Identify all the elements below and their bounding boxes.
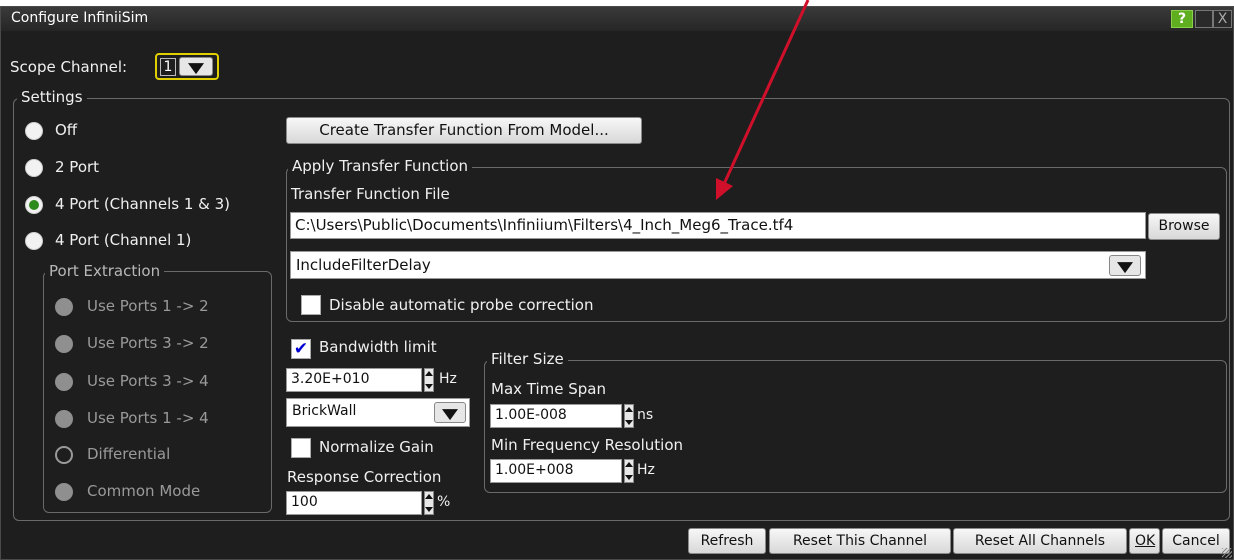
filter-type-select[interactable]: BrickWall <box>286 398 470 427</box>
minimize-button[interactable] <box>1195 10 1213 28</box>
response-correction-input[interactable]: 100 <box>286 491 422 515</box>
filter-type-value: BrickWall <box>292 403 357 419</box>
transfer-function-file-input[interactable]: C:\Users\Public\Documents\Infiniium\Filt… <box>290 212 1146 239</box>
arrow-up-icon <box>425 494 433 499</box>
radio-off-label: Off <box>55 121 78 139</box>
apply-transfer-function-legend: Apply Transfer Function <box>288 157 473 175</box>
filter-size-legend: Filter Size <box>487 350 568 368</box>
response-correction-label: Response Correction <box>287 468 442 486</box>
scope-channel-label: Scope Channel: <box>10 58 128 76</box>
disable-probe-correction-checkbox[interactable] <box>301 295 321 315</box>
normalize-gain-checkbox[interactable] <box>291 438 311 458</box>
scope-channel-select[interactable]: 1 <box>155 53 219 80</box>
help-button[interactable]: ? <box>1171 10 1193 28</box>
radio-common-mode <box>55 483 73 501</box>
close-button[interactable]: X <box>1213 10 1232 28</box>
radio-use-ports-3-2 <box>55 335 73 353</box>
arrow-down-icon <box>625 420 633 425</box>
max-time-span-label: Max Time Span <box>491 380 606 398</box>
title-bar[interactable]: Configure InfiniiSim ? X <box>1 7 1233 31</box>
response-correction-stepper[interactable] <box>424 491 434 515</box>
arrow-down-icon <box>425 384 433 389</box>
scope-channel-value: 1 <box>160 58 176 76</box>
normalize-gain-label: Normalize Gain <box>319 438 434 456</box>
arrow-up-icon <box>625 407 633 412</box>
min-frequency-resolution-unit: Hz <box>637 462 655 478</box>
settings-legend: Settings <box>17 88 87 106</box>
chevron-down-icon[interactable] <box>179 57 213 76</box>
min-frequency-resolution-input[interactable]: 1.00E+008 <box>490 459 622 483</box>
arrow-down-icon <box>625 475 633 480</box>
radio-off[interactable] <box>25 122 43 140</box>
arrow-down-icon <box>425 507 433 512</box>
max-time-span-input[interactable]: 1.00E-008 <box>490 404 622 428</box>
radio-use-ports-1-2 <box>55 298 73 316</box>
filter-delay-value: IncludeFilterDelay <box>296 256 431 274</box>
chevron-down-icon[interactable] <box>434 402 466 423</box>
transfer-function-file-label: Transfer Function File <box>291 185 450 203</box>
response-correction-unit: % <box>437 494 451 510</box>
max-time-span-stepper[interactable] <box>624 404 634 428</box>
window-title: Configure InfiniiSim <box>11 10 149 26</box>
radio-4-port-channels-1-3-label: 4 Port (Channels 1 & 3) <box>55 195 231 213</box>
arrow-up-icon <box>625 462 633 467</box>
radio-use-ports-3-2-label: Use Ports 3 -> 2 <box>87 334 209 352</box>
create-transfer-function-button[interactable]: Create Transfer Function From Model... <box>286 117 642 144</box>
chevron-down-icon[interactable] <box>1109 255 1141 276</box>
browse-button[interactable]: Browse <box>1148 213 1220 240</box>
max-time-span-unit: ns <box>637 407 654 423</box>
resize-grip-icon[interactable] <box>1222 548 1232 558</box>
radio-differential-label: Differential <box>87 445 171 463</box>
filter-delay-select[interactable]: IncludeFilterDelay <box>290 251 1146 279</box>
reset-this-channel-button[interactable]: Reset This Channel <box>769 528 951 554</box>
radio-use-ports-1-2-label: Use Ports 1 -> 2 <box>87 297 209 315</box>
reset-all-channels-button[interactable]: Reset All Channels <box>953 528 1127 554</box>
radio-use-ports-1-4-label: Use Ports 1 -> 4 <box>87 409 209 427</box>
radio-use-ports-1-4 <box>55 410 73 428</box>
bandwidth-value-stepper[interactable] <box>424 368 434 392</box>
radio-differential <box>55 446 73 464</box>
radio-2-port-label: 2 Port <box>55 158 100 176</box>
radio-use-ports-3-4-label: Use Ports 3 -> 4 <box>87 372 209 390</box>
cancel-button[interactable]: Cancel <box>1162 528 1230 554</box>
bandwidth-limit-checkbox[interactable]: ✔ <box>291 339 311 359</box>
port-extraction-legend: Port Extraction <box>45 262 165 280</box>
arrow-up-icon <box>425 371 433 376</box>
radio-4-port-channels-1-3[interactable] <box>25 196 43 214</box>
radio-2-port[interactable] <box>25 159 43 177</box>
min-frequency-resolution-label: Min Frequency Resolution <box>491 436 684 454</box>
bandwidth-limit-label: Bandwidth limit <box>319 338 437 356</box>
radio-use-ports-3-4 <box>55 373 73 391</box>
bandwidth-unit: Hz <box>439 371 457 387</box>
bandwidth-value-input[interactable]: 3.20E+010 <box>286 368 422 392</box>
ok-button[interactable]: OK <box>1129 528 1160 554</box>
min-frequency-resolution-stepper[interactable] <box>624 459 634 483</box>
radio-4-port-channel-1-label: 4 Port (Channel 1) <box>55 231 192 249</box>
disable-probe-correction-label: Disable automatic probe correction <box>329 296 594 314</box>
radio-common-mode-label: Common Mode <box>87 482 201 500</box>
configure-infiniisim-dialog: Configure InfiniiSim ? X Scope Channel: … <box>0 6 1234 560</box>
refresh-button[interactable]: Refresh <box>688 528 766 554</box>
radio-4-port-channel-1[interactable] <box>25 232 43 250</box>
